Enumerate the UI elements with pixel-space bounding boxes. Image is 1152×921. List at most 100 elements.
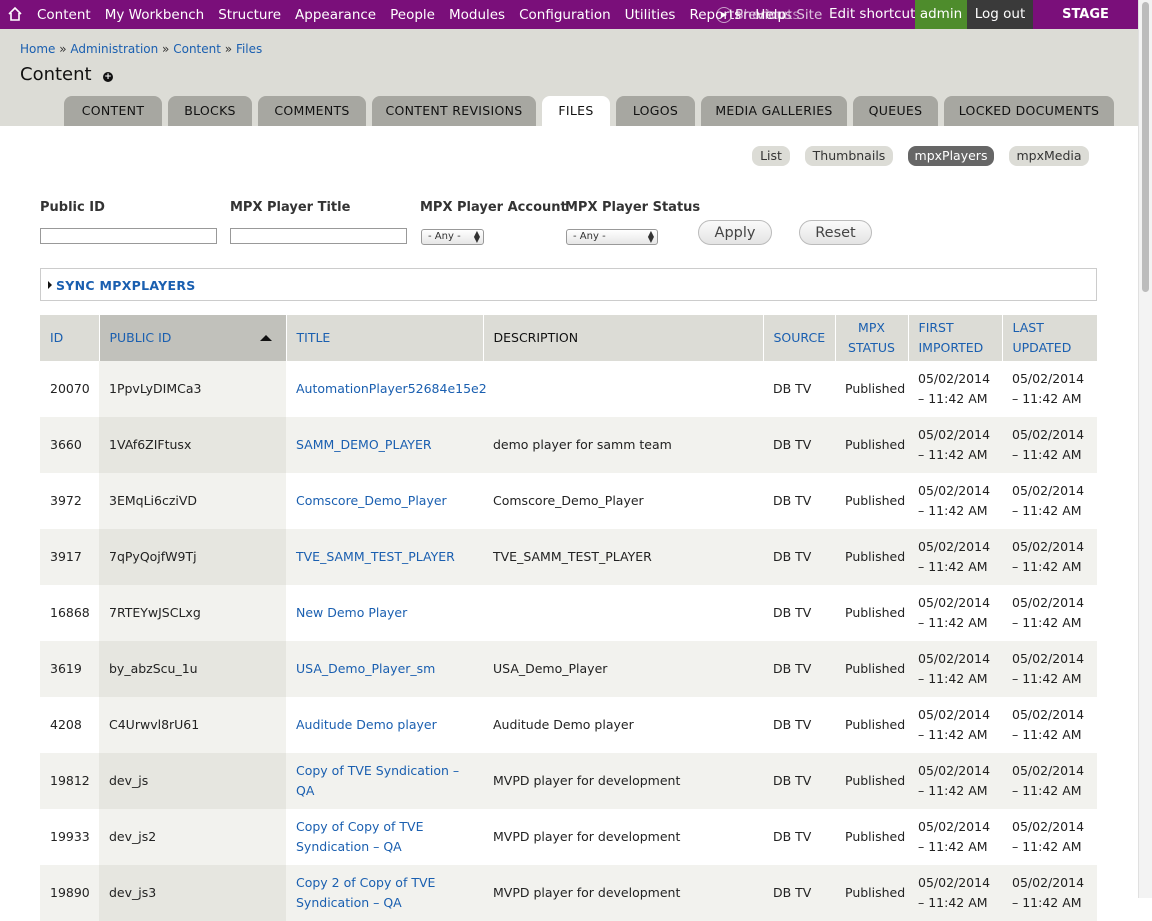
previous-site-link[interactable]: Previous Site xyxy=(735,7,822,23)
collapse-triangle-icon[interactable] xyxy=(48,281,52,289)
last-updated-date: 05/02/2014 xyxy=(1012,819,1085,834)
player-title-link[interactable]: Copy of Copy of TVE Syndication – QA xyxy=(296,819,424,854)
tab-locked-documents[interactable]: LOCKED DOCUMENTS xyxy=(944,96,1114,126)
player-title-link[interactable]: Copy of TVE Syndication – QA xyxy=(296,763,459,798)
toolbar-menu-modules[interactable]: Modules xyxy=(449,7,505,23)
toolbar-menu-appearance[interactable]: Appearance xyxy=(295,7,376,23)
header-source[interactable]: SOURCE xyxy=(763,315,836,361)
breadcrumb-administration[interactable]: Administration xyxy=(70,42,158,56)
cell-description: demo player for samm team xyxy=(483,417,763,473)
header-last-updated-line2: UPDATED xyxy=(1012,340,1072,355)
player-title-link[interactable]: Comscore_Demo_Player xyxy=(296,493,447,508)
cell-description: TVE_SAMM_TEST_PLAYER xyxy=(483,529,763,585)
home-icon[interactable] xyxy=(5,4,25,24)
cell-last-updated: 05/02/2014 – 11:42 AM xyxy=(1002,473,1097,529)
tab-logos[interactable]: LOGOS xyxy=(616,96,695,126)
page-title: Content xyxy=(20,64,92,85)
user-account-link[interactable]: admin xyxy=(915,0,967,29)
player-title-link[interactable]: New Demo Player xyxy=(296,605,407,620)
toolbar-menu-configuration[interactable]: Configuration xyxy=(519,7,611,23)
player-account-select[interactable]: - Any - ▲ ▼ xyxy=(421,229,484,245)
cell-description: MVPD player for development xyxy=(483,865,763,921)
cell-id: 16868 xyxy=(50,605,90,620)
header-first-imported-line1: FIRST xyxy=(918,320,954,335)
table-row: 3660 1VAf6ZIFtusx SAMM_DEMO_PLAYER demo pla… xyxy=(40,417,1097,473)
cell-id: 4208 xyxy=(50,717,82,732)
header-first-imported-line2: IMPORTED xyxy=(918,340,984,355)
first-imported-time: – 11:42 AM xyxy=(918,615,988,630)
header-title[interactable]: TITLE xyxy=(286,315,484,361)
tab-queues[interactable]: QUEUES xyxy=(853,96,938,126)
player-title-input[interactable] xyxy=(230,228,407,244)
toolbar-menu-my-workbench[interactable]: My Workbench xyxy=(105,7,205,23)
last-updated-time: – 11:42 AM xyxy=(1012,895,1082,910)
header-id[interactable]: ID xyxy=(40,315,100,361)
page-scrollbar[interactable] xyxy=(1138,0,1152,898)
player-account-label: MPX Player Account xyxy=(420,200,567,215)
tab-files[interactable]: FILES xyxy=(542,96,610,126)
scrollbar-thumb[interactable] xyxy=(1142,2,1149,292)
player-title-link[interactable]: Auditude Demo player xyxy=(296,717,437,732)
select-arrows-icon: ▲ ▼ xyxy=(473,229,480,244)
player-title-link[interactable]: AutomationPlayer52684e15e2 xyxy=(296,381,487,396)
cell-source: DB TV xyxy=(763,417,835,473)
edit-shortcuts-link[interactable]: Edit shortcuts xyxy=(829,0,922,29)
last-updated-date: 05/02/2014 xyxy=(1012,595,1085,610)
table-row: 19890 dev_js3 Copy 2 of Copy of TVE Syndica… xyxy=(40,865,1097,921)
sync-mpxplayers-link[interactable]: SYNC MPXPLAYERS xyxy=(56,278,196,293)
breadcrumb-files[interactable]: Files xyxy=(236,42,262,56)
sort-ascending-icon xyxy=(259,335,272,341)
tab-blocks[interactable]: BLOCKS xyxy=(168,96,252,126)
header-last-updated[interactable]: LAST UPDATED xyxy=(1002,315,1098,361)
view-mpxplayers-button[interactable]: mpxPlayers xyxy=(908,146,994,166)
header-mpx-status[interactable]: MPX STATUS xyxy=(835,315,909,361)
tab-comments[interactable]: COMMENTS xyxy=(258,96,366,126)
logout-link[interactable]: Log out xyxy=(967,0,1033,29)
public-id-label: Public ID xyxy=(40,200,105,215)
tab-media-galleries[interactable]: MEDIA GALLERIES xyxy=(701,96,847,126)
header-first-imported[interactable]: FIRST IMPORTED xyxy=(908,315,1003,361)
shortcuts-toggle[interactable]: ▶ Shortcuts Previous Site xyxy=(716,0,822,29)
reset-button[interactable]: Reset xyxy=(799,220,872,245)
sync-fieldset: SYNC MPXPLAYERS xyxy=(40,268,1097,301)
breadcrumb-content[interactable]: Content xyxy=(173,42,221,56)
cell-id: 19890 xyxy=(40,865,99,921)
mpx-players-table: ID PUBLIC ID TITLE DESCRIPTION SOURCE MP… xyxy=(40,315,1098,921)
breadcrumb-home[interactable]: Home xyxy=(20,42,55,56)
header-last-updated-line1: LAST xyxy=(1012,320,1044,335)
tab-content[interactable]: CONTENT xyxy=(64,96,162,126)
title-line1: Copy 2 of Copy of TVE xyxy=(296,875,436,890)
view-thumbnails-button[interactable]: Thumbnails xyxy=(805,146,893,166)
first-imported-date: 05/02/2014 xyxy=(918,539,991,554)
cell-last-updated: 05/02/2014 – 11:42 AM xyxy=(1002,417,1097,473)
cell-title: Copy of Copy of TVE Syndication – QA xyxy=(286,809,483,865)
cell-first-imported: 05/02/2014 – 11:42 AM xyxy=(908,641,1002,697)
toolbar-menu-people[interactable]: People xyxy=(390,7,435,23)
apply-button[interactable]: Apply xyxy=(698,220,772,245)
title-line1: New Demo Player xyxy=(296,605,408,620)
cell-title: USA_Demo_Player_sm xyxy=(286,641,483,697)
toolbar-menu-utilities[interactable]: Utilities xyxy=(625,7,676,23)
cell-public-id: C4Urwvl8rU61 xyxy=(99,697,286,753)
admin-toolbar: Content My Workbench Structure Appearanc… xyxy=(0,0,1138,51)
player-status-select[interactable]: - Any - ▲ ▼ xyxy=(566,229,658,245)
add-shortcut-icon[interactable]: + xyxy=(103,72,113,82)
toolbar-menu-content[interactable]: Content xyxy=(37,7,91,23)
tab-content-revisions[interactable]: CONTENT REVISIONS xyxy=(372,96,536,126)
player-title-link[interactable]: USA_Demo_Player_sm xyxy=(296,661,435,676)
player-title-link[interactable]: TVE_SAMM_TEST_PLAYER xyxy=(296,549,455,564)
player-title-link[interactable]: SAMM_DEMO_PLAYER xyxy=(296,437,432,452)
last-updated-time: – 11:42 AM xyxy=(1012,391,1082,406)
public-id-input[interactable] xyxy=(40,228,217,244)
table-header-row: ID PUBLIC ID TITLE DESCRIPTION SOURCE MP… xyxy=(40,315,1098,361)
cell-status: Published xyxy=(845,381,906,396)
player-title-link[interactable]: Copy 2 of Copy of TVE Syndication – QA xyxy=(296,875,435,910)
view-mpxmedia-button[interactable]: mpxMedia xyxy=(1009,146,1089,166)
cell-first-imported: 05/02/2014 – 11:42 AM xyxy=(908,697,1002,753)
view-list-button[interactable]: List xyxy=(752,146,790,166)
cell-first-imported: 05/02/2014 – 11:42 AM xyxy=(908,809,1002,865)
header-public-id[interactable]: PUBLIC ID xyxy=(99,315,287,361)
toolbar-menu-structure[interactable]: Structure xyxy=(218,7,281,23)
first-imported-time: – 11:42 AM xyxy=(918,447,988,462)
table-row: 3917 7qPyQojfW9Tj TVE_SAMM_TEST_PLAYER TVE_… xyxy=(40,529,1097,585)
